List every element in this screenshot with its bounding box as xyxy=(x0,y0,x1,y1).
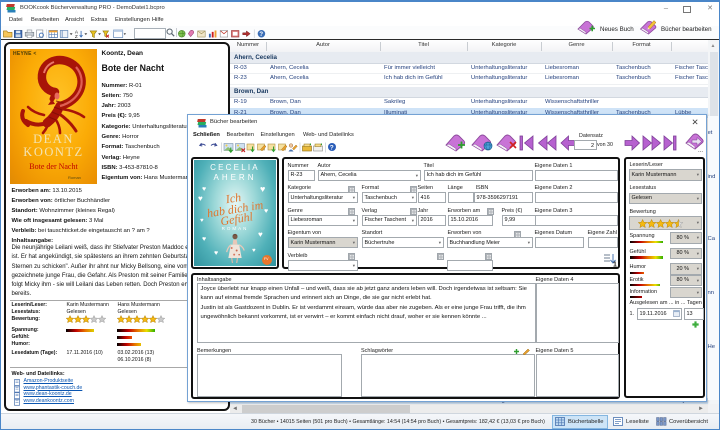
svg-text:?: ? xyxy=(330,144,334,151)
svg-text:?: ? xyxy=(259,30,263,37)
svg-text:Z: Z xyxy=(75,34,78,38)
svg-text:1: 1 xyxy=(613,261,617,267)
svg-text:...: ... xyxy=(698,148,703,153)
